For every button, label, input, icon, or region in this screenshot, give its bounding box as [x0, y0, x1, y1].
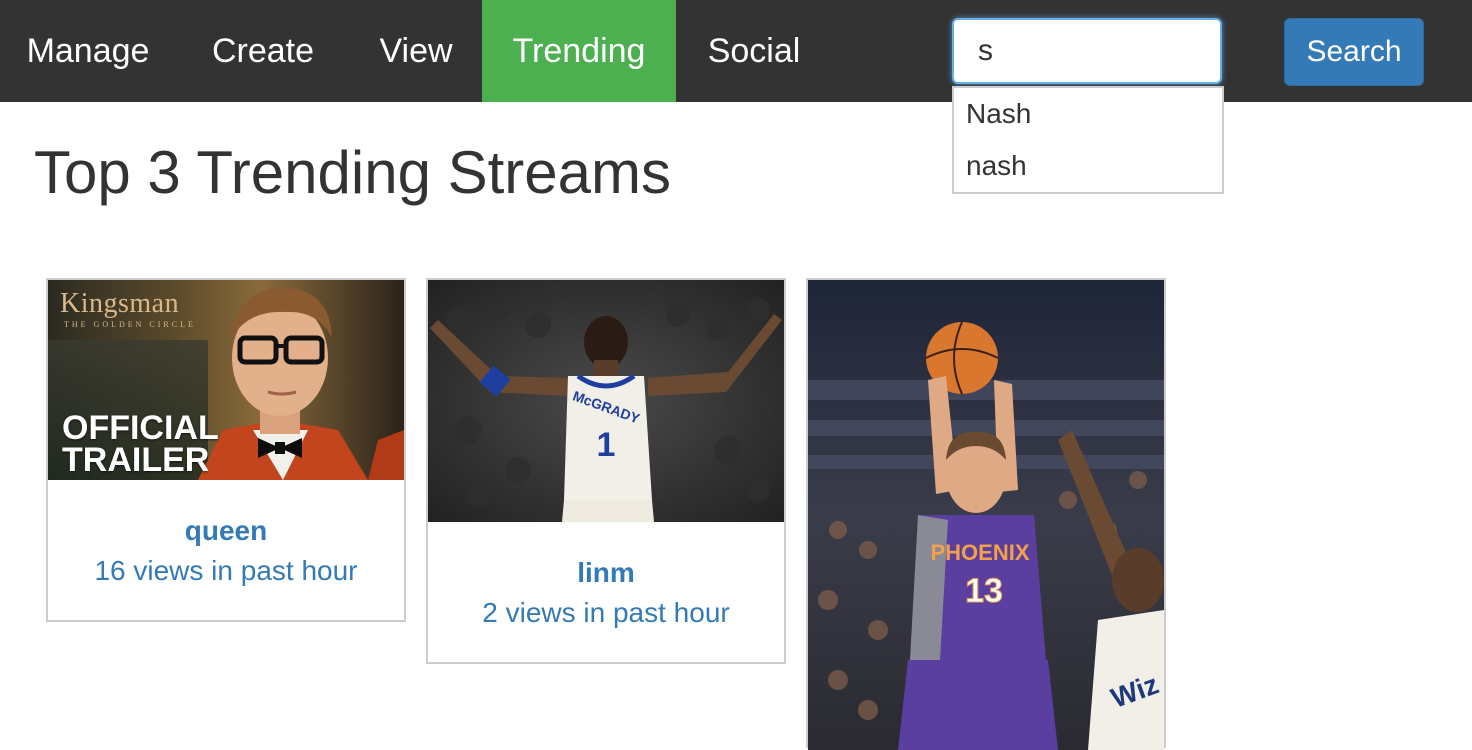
stream-card[interactable]: McGRADY 1 linm 2 views in past hour	[426, 278, 786, 664]
stream-card[interactable]: PHOENIX 13 Wiz	[806, 278, 1166, 750]
nav-item-trending[interactable]: Trending	[482, 0, 676, 102]
stream-thumbnail[interactable]: Kingsman THE GOLDEN CIRCLE OFFICIAL TRAI…	[48, 280, 404, 480]
nav-item-view[interactable]: View	[350, 0, 482, 102]
basketball-shooter-image: PHOENIX 13 Wiz	[808, 280, 1164, 750]
jersey-number-text: 13	[965, 572, 1003, 610]
suggestion-item[interactable]: Nash	[954, 88, 1222, 140]
trailer-line-2: TRAILER	[62, 441, 210, 479]
stream-name-link[interactable]: linm	[428, 556, 784, 590]
stream-card[interactable]: Kingsman THE GOLDEN CIRCLE OFFICIAL TRAI…	[46, 278, 406, 622]
jersey-number-text: 1	[597, 426, 616, 464]
kingsman-logo-text: Kingsman	[60, 288, 180, 319]
page-title: Top 3 Trending Streams	[34, 139, 672, 206]
search-button[interactable]: Search	[1284, 18, 1424, 86]
kingsman-subtitle-text: THE GOLDEN CIRCLE	[64, 320, 196, 329]
nav-item-create[interactable]: Create	[176, 0, 350, 102]
basketball-player-image: McGRADY 1	[428, 280, 784, 522]
jersey-name-text: PHOENIX	[930, 540, 1029, 565]
official-trailer-text: OFFICIAL TRAILER	[62, 409, 219, 479]
search-input[interactable]	[952, 18, 1222, 84]
search-suggestions: Nash nash	[952, 86, 1224, 194]
stream-views-link[interactable]: 16 views in past hour	[48, 554, 404, 588]
stream-name-link[interactable]: queen	[48, 514, 404, 548]
suggestion-item[interactable]: nash	[954, 140, 1222, 192]
nav-item-manage[interactable]: Manage	[0, 0, 176, 102]
trailer-line-1: OFFICIAL	[62, 409, 219, 447]
stream-thumbnail[interactable]: PHOENIX 13 Wiz	[808, 280, 1164, 750]
stream-views-link[interactable]: 2 views in past hour	[428, 596, 784, 630]
stream-thumbnail[interactable]: McGRADY 1	[428, 280, 784, 522]
navbar: Manage Create View Trending Social Searc…	[0, 0, 1472, 102]
nav-item-social[interactable]: Social	[676, 0, 832, 102]
